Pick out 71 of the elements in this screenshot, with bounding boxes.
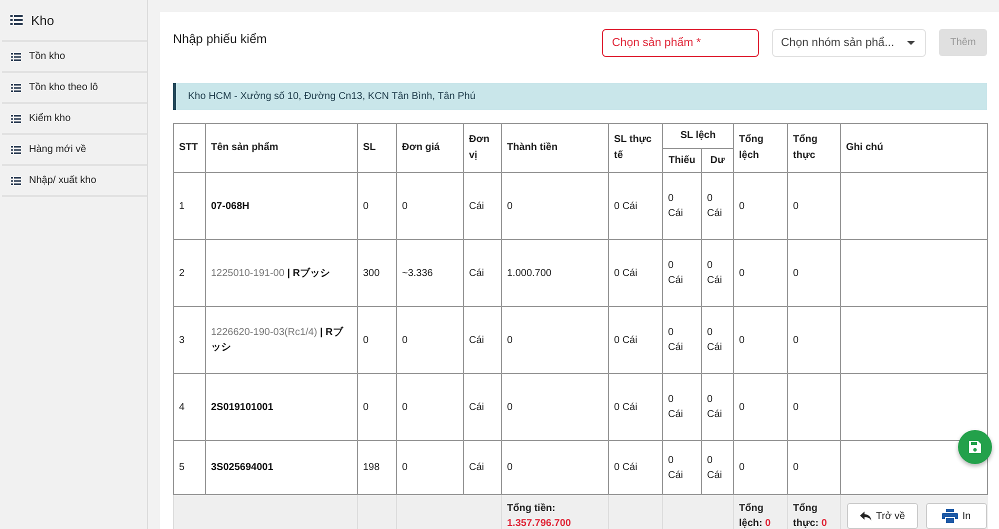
table-cell: 0 Cái xyxy=(608,172,662,240)
table-cell: 07-068H xyxy=(206,172,358,240)
table-cell: 1.000.700 xyxy=(502,240,608,306)
table-cell: 0 xyxy=(734,240,788,306)
table-cell: 0 xyxy=(788,240,841,306)
table-cell: 3 xyxy=(174,306,206,374)
table-cell: 0 Cái xyxy=(702,240,734,306)
column-header: Thành tiền xyxy=(502,124,608,172)
table-cell: 0 xyxy=(358,374,396,440)
table-cell: 0 xyxy=(502,172,608,240)
product-field[interactable]: Chọn sản phẩm * xyxy=(602,28,759,56)
total-text: Tổng tiền: 1.357.796.700 xyxy=(507,502,572,529)
table-cell: 0 xyxy=(734,172,788,240)
print-button[interactable]: In xyxy=(926,503,988,529)
table-cell: 0 xyxy=(788,306,841,374)
table-cell: 0 Cái xyxy=(608,306,662,374)
table-cell: 0 Cái xyxy=(702,374,734,440)
table-cell: 4 xyxy=(174,374,206,440)
table-cell: 0 xyxy=(396,306,464,374)
sidebar-item[interactable]: Kiểm kho xyxy=(2,104,147,135)
table-cell: 1225010-191-00 | Rブッシ xyxy=(206,240,358,306)
table-cell: 0 Cái xyxy=(662,306,702,374)
table-cell: 0 Cái xyxy=(608,240,662,306)
column-header: Thiếu xyxy=(662,148,702,172)
column-header: Tổng lệch xyxy=(734,124,788,172)
table-cell: 0 Cái xyxy=(608,374,662,440)
column-header: Đơn giá xyxy=(396,124,464,172)
table-cell: 300 xyxy=(358,240,396,306)
table-cell: 0 xyxy=(502,374,608,440)
sidebar-item[interactable]: Nhập/ xuất kho xyxy=(2,166,147,197)
table-cell: 0 xyxy=(396,172,464,240)
column-header: Tổng thực xyxy=(788,124,841,172)
table-cell: Cái xyxy=(464,240,502,306)
sidebar-item[interactable]: Tồn kho theo lô xyxy=(2,73,147,104)
table-cell: 2S019101001 xyxy=(206,374,358,440)
table-cell: 0 xyxy=(734,306,788,374)
table-cell: 0 xyxy=(734,374,788,440)
page-title: Nhập phiếu kiểm xyxy=(173,32,267,46)
sidebar-item[interactable]: Tồn kho xyxy=(2,42,147,73)
table-cell: 0 Cái xyxy=(702,306,734,374)
column-header: SL xyxy=(358,124,396,172)
sidebar-item[interactable]: Hàng mới về xyxy=(2,135,147,166)
table-cell: 0 xyxy=(358,172,396,240)
warehouse-banner: Kho HCM - Xưởng số 10, Đường Cn13, KCN Tân Bình, Tân Phú xyxy=(173,83,987,110)
table-cell: 0 Cái xyxy=(662,374,702,440)
table-cell: 0 xyxy=(788,374,841,440)
group-select[interactable]: Chọn nhóm sản phẩ... xyxy=(772,28,926,56)
column-header: Đơn vị xyxy=(464,124,502,172)
table-cell: Cái xyxy=(464,306,502,374)
table-cell: 0 Cái xyxy=(662,172,702,240)
column-header: SL lệch xyxy=(662,124,734,148)
table-cell: 0 xyxy=(502,306,608,374)
table-cell: 0 xyxy=(396,374,464,440)
total-text: Tổng lệch: 0 xyxy=(739,502,772,529)
table-cell: 2 xyxy=(174,240,206,306)
table-cell: Cái xyxy=(464,172,502,240)
table-cell: 0 xyxy=(358,306,396,374)
table-cell: 0 xyxy=(788,172,841,240)
back-button[interactable]: Trở về xyxy=(847,503,918,529)
column-header: Ghi chú xyxy=(840,124,988,172)
table-cell: ~3.336 xyxy=(396,240,464,306)
column-header: SL thực tế xyxy=(608,124,662,172)
table-cell: Cái xyxy=(464,374,502,440)
column-header: STT xyxy=(174,124,206,172)
table-cell: 0 Cái xyxy=(662,240,702,306)
table-cell: 1226620-190-03(Rc1/4) | Rブッシ xyxy=(206,306,358,374)
column-header: Tên sản phẩm xyxy=(206,124,358,172)
sidebar-title: Kho xyxy=(31,12,54,28)
table-cell: 0 Cái xyxy=(702,172,734,240)
total-text: Tổng thực: 0 xyxy=(793,502,828,529)
table-cell: 1 xyxy=(174,172,206,240)
